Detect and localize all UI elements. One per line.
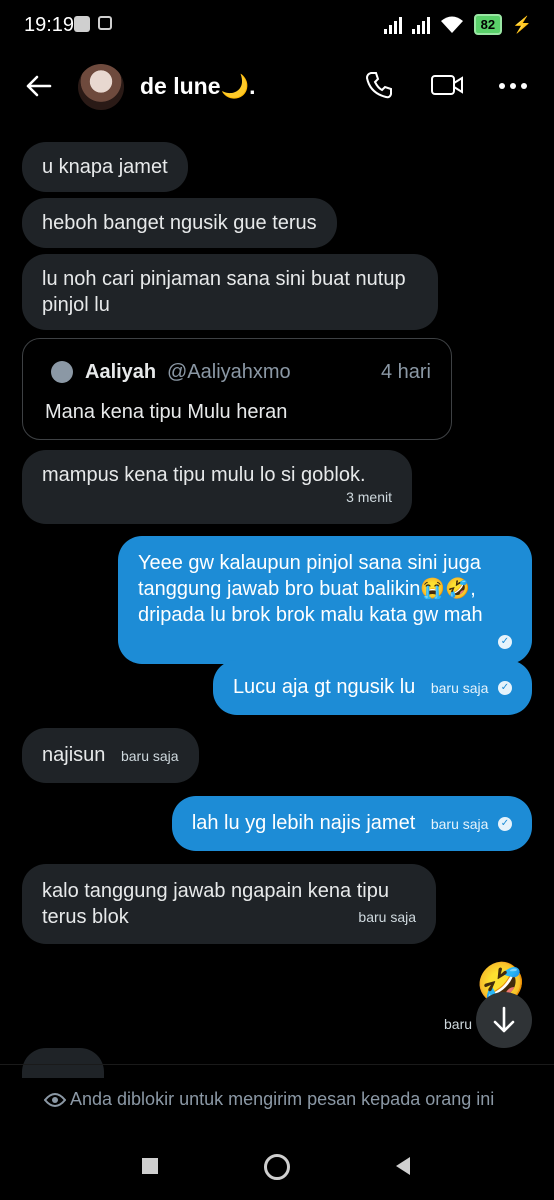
signal-icon-2 <box>411 16 430 34</box>
battery-indicator: 82 <box>473 14 503 35</box>
message-time: baru saja <box>430 680 489 696</box>
gallery-notification-icon <box>74 16 90 32</box>
avatar[interactable] <box>78 64 124 110</box>
vibrate-icon <box>98 16 112 30</box>
message-time: baru saja <box>120 748 179 764</box>
more-options-icon[interactable] <box>498 82 528 90</box>
message-text: heboh banget ngusik gue terus <box>42 212 317 234</box>
eye-icon <box>44 1093 66 1107</box>
charging-icon: ⚡ <box>512 16 532 34</box>
message-text: najisun <box>42 744 106 766</box>
quoted-age: 4 hari <box>380 361 431 383</box>
status-time: 19:19 <box>24 14 75 36</box>
message-text: mampus kena tipu mulu lo si goblok. <box>42 464 366 486</box>
read-check-icon: ✓ <box>498 680 512 695</box>
video-call-icon[interactable] <box>430 70 464 100</box>
back-arrow-icon[interactable] <box>24 72 52 100</box>
chat-header: de lune🌙. <box>0 56 554 120</box>
message-text: Lucu aja gt ngusik lu <box>232 676 416 698</box>
composer-blocked-bar: Anda diblokir untuk mengirim pesan kepad… <box>0 1064 554 1135</box>
message-text: u knapa jamet <box>42 156 168 178</box>
home-button[interactable] <box>264 1154 290 1180</box>
blocked-notice: Anda diblokir untuk mengirim pesan kepad… <box>70 1089 495 1109</box>
message-time: baru <box>444 1016 473 1032</box>
quoted-avatar <box>51 361 73 383</box>
message-time: baru saja <box>358 909 416 925</box>
phone-icon[interactable] <box>364 70 394 100</box>
quoted-name: Aaliyah <box>85 361 157 383</box>
read-check-icon: ✓ <box>498 634 512 649</box>
scroll-to-bottom-button[interactable] <box>476 992 532 1048</box>
back-button[interactable] <box>394 1156 412 1176</box>
message-time: baru saja <box>430 816 489 832</box>
signal-icon <box>383 16 402 34</box>
status-right: 82 ⚡ <box>383 14 532 35</box>
arrow-down-icon <box>493 1006 515 1033</box>
incoming-message[interactable]: lu noh cari pinjaman sana sini buat nutu… <box>22 254 438 330</box>
incoming-message[interactable]: heboh banget ngusik gue terus <box>22 198 337 248</box>
outgoing-message[interactable]: Yeee gw kalaupun pinjol sana sini juga t… <box>118 536 532 664</box>
message-text: Yeee gw kalaupun pinjol sana sini juga t… <box>138 552 483 626</box>
contact-name[interactable]: de lune🌙. <box>140 73 256 100</box>
outgoing-message[interactable]: lah lu yg lebih najis jamet baru saja ✓ <box>171 796 532 851</box>
quoted-handle: @Aaliyahxmo <box>167 361 291 383</box>
wifi-icon <box>440 16 463 33</box>
read-check-icon: ✓ <box>498 816 512 831</box>
incoming-message[interactable]: najisun baru saja <box>22 728 199 783</box>
message-text: lu noh cari pinjaman sana sini buat nutu… <box>42 268 406 316</box>
outgoing-message[interactable]: Lucu aja gt ngusik lu baru saja ✓ <box>212 660 532 715</box>
message-text: lah lu yg lebih najis jamet <box>191 812 416 834</box>
status-notification-icons <box>74 16 112 32</box>
recent-apps-button[interactable] <box>142 1158 158 1174</box>
quoted-text: Mana kena tipu Mulu heran <box>45 401 288 423</box>
status-bar: 19:19 82 ⚡ <box>0 0 554 50</box>
incoming-message[interactable]: kalo tanggung jawab ngapain kena tipu te… <box>22 864 436 944</box>
incoming-message[interactable]: mampus kena tipu mulu lo si goblok. 3 me… <box>22 450 412 524</box>
system-navigation-bar <box>0 1150 554 1190</box>
incoming-message[interactable]: u knapa jamet <box>22 142 188 192</box>
quoted-tweet-card[interactable]: Aaliyah @Aaliyahxmo 4 hari Mana kena tip… <box>22 338 452 440</box>
